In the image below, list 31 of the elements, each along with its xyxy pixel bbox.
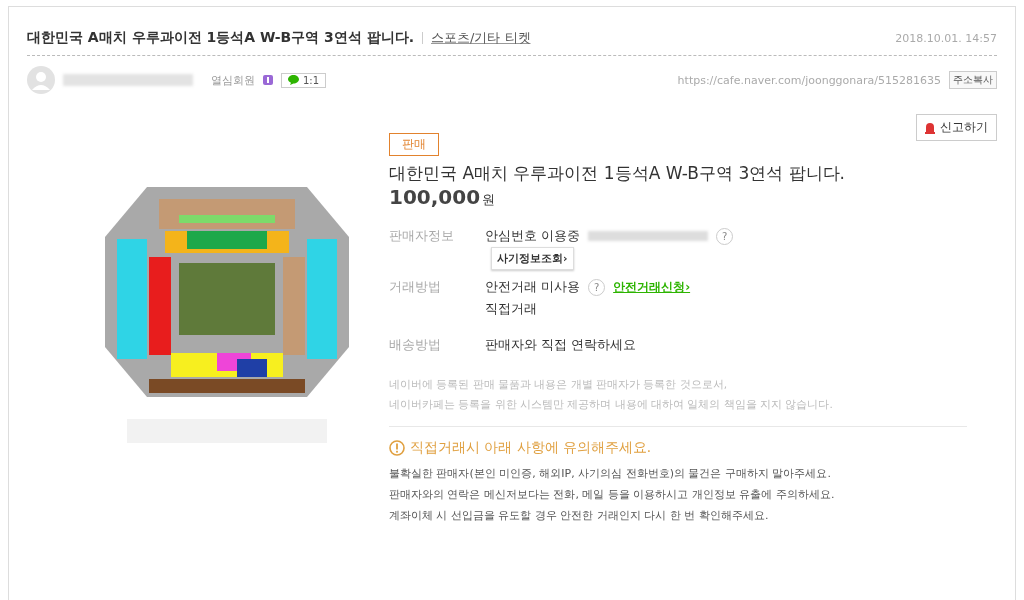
category-link[interactable]: 스포츠/기타 티켓 [431,29,531,47]
currency: 원 [482,191,496,209]
caution-text: 판매자와의 연락은 메신저보다는 전화, 메일 등을 이용하시고 개인정보 유출에 주의하세요. [389,487,835,503]
disclaimer-text: 네이버카페는 등록을 위한 시스템만 제공하며 내용에 대하여 일체의 책임을 지지 않습니다. [389,397,833,412]
siren-icon [925,121,935,134]
detail-label: 배송방법 [389,336,442,354]
fraud-check-button[interactable]: 사기정보조회› [491,247,574,270]
warning-icon [389,440,405,456]
detail-value: 안전거래 미사용 [485,278,581,296]
detail-value: 직접거래 [485,300,538,318]
report-button[interactable]: 신고하기 [916,114,997,141]
listing-title: 대한민국 A매치 우루과이전 1등석A W-B구역 3연석 팝니다. [389,162,846,185]
copy-address-button[interactable]: 주소복사 [949,71,997,89]
disclaimer-text: 네이버에 등록된 판매 물품과 내용은 개별 판매자가 등록한 것으로서, [389,377,729,392]
post-title: 대한민국 A매치 우루과이전 1등석A W-B구역 3연석 팝니다. [27,29,414,47]
detail-label: 판매자정보 [389,227,455,245]
speech-bubble-icon [288,75,299,85]
member-grade: 열심회원 [211,72,255,88]
chat-button[interactable]: 1:1 [281,72,327,88]
caution-title: 직접거래시 아래 사항에 유의해주세요. [410,439,652,457]
post-date: 2018.10.01. 14:57 [895,31,997,45]
caution-text: 불확실한 판매자(본인 미인증, 해외IP, 사기의심 전화번호)의 물건은 구매하지 말아주세요. [389,466,831,482]
sale-badge: 판매 [389,133,439,156]
avatar-icon [27,66,55,94]
level-badge-icon [263,75,273,85]
detail-label: 거래방법 [389,278,442,296]
post-url: https://cafe.naver.com/joonggonara/515281635 [677,73,941,87]
detail-value: 판매자와 직접 연락하세요 [485,336,637,354]
detail-value: 안심번호 이용중 [485,227,581,245]
caution-text: 계좌이체 시 선입금을 유도할 경우 안전한 거래인지 다시 한 번 확인해주세요. [389,508,769,524]
price: 100,000 [389,185,481,209]
